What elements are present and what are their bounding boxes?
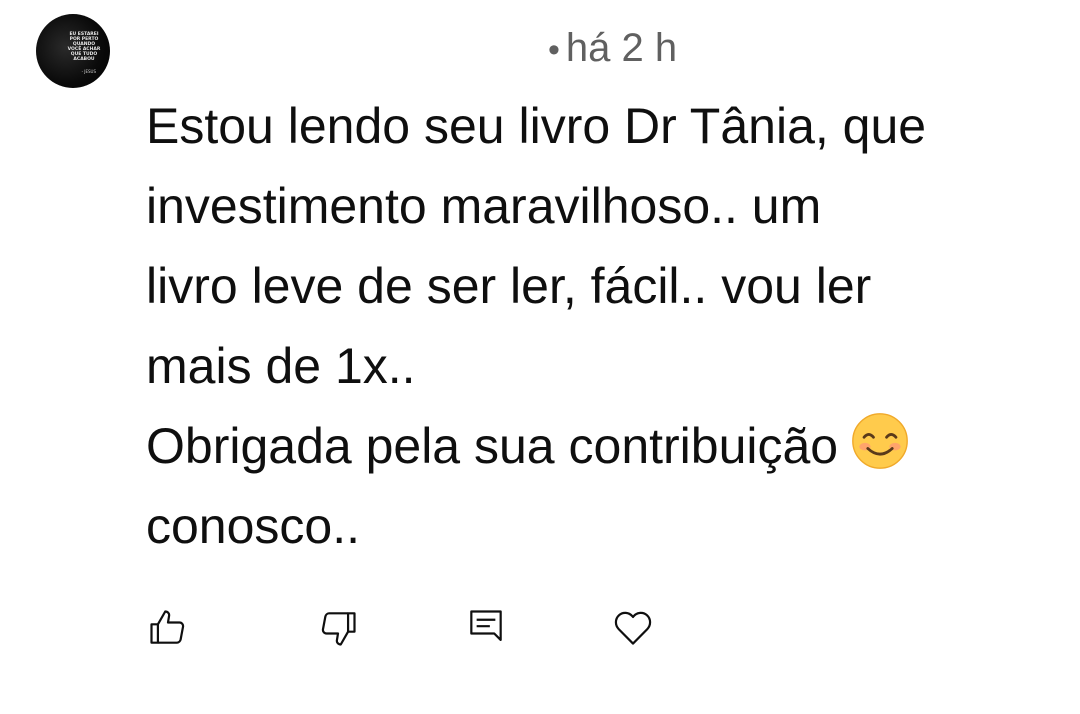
reply-button[interactable] — [462, 604, 510, 652]
avatar-signature: - JESUS — [81, 69, 96, 74]
smiling-face-emoji-icon — [852, 413, 909, 469]
comment-line: livro leve de ser ler, fácil.. vou ler — [146, 258, 872, 314]
heart-button[interactable] — [609, 604, 657, 652]
comment-meta: • há 2 h — [548, 22, 677, 76]
thumb-up-icon — [150, 610, 185, 644]
thumb-down-icon — [321, 612, 356, 646]
comment-line-with-emoji: Obrigada pela sua contribuição — [146, 406, 1046, 486]
meta-separator: • — [548, 31, 560, 69]
comment-line: Estou lendo seu livro Dr Tânia, que — [146, 98, 927, 154]
avatar-caption: EU ESTAREI POR PERTO QUANDO VOCÊ ACHAR Q… — [67, 32, 101, 62]
comment-line: investimento maravilhoso.. um — [146, 178, 822, 234]
comment-line: mais de 1x.. — [146, 338, 416, 394]
like-button[interactable] — [144, 604, 192, 652]
avatar[interactable]: EU ESTAREI POR PERTO QUANDO VOCÊ ACHAR Q… — [36, 14, 110, 88]
comment-timestamp: há 2 h — [565, 26, 678, 70]
comment-text: Estou lendo seu livro Dr Tânia, que inve… — [146, 86, 1046, 566]
reply-icon — [470, 610, 502, 642]
comment-line: Obrigada pela sua contribuição — [146, 418, 839, 474]
heart-icon — [614, 611, 652, 645]
dislike-button[interactable] — [314, 604, 362, 652]
comment-actions — [0, 604, 1080, 652]
comment-line: conosco.. — [146, 498, 361, 554]
